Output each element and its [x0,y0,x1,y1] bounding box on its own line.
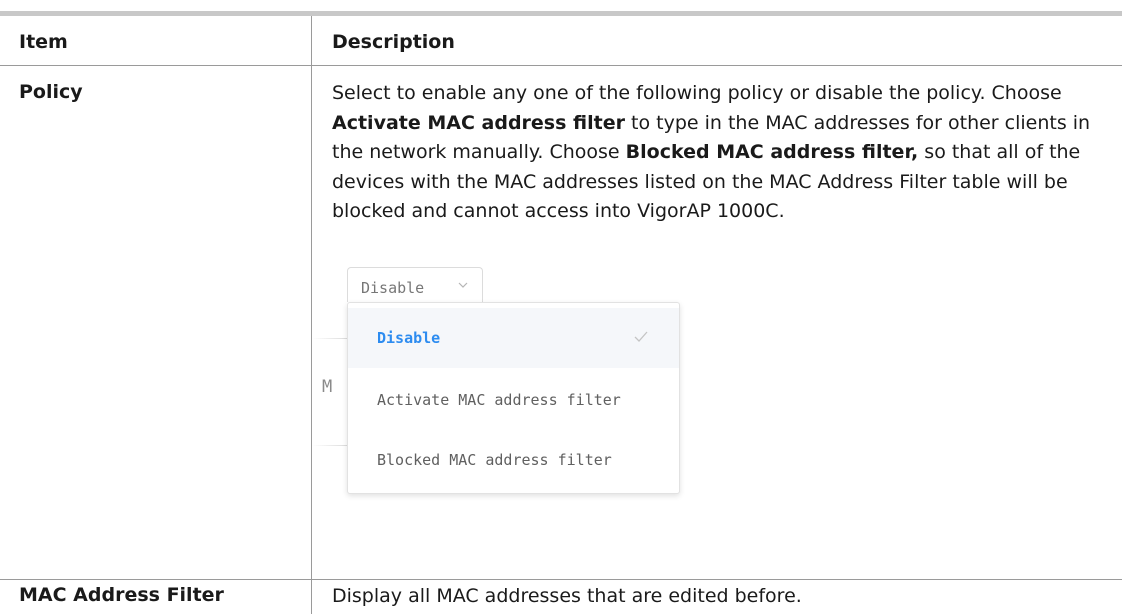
item-policy: Policy [0,66,311,103]
table-row: MAC Address Filter Display all MAC addre… [0,580,1122,614]
policy-select-value: Disable [361,279,424,297]
check-icon [633,330,649,344]
policy-dropdown-screenshot: M Disable Disable Activate M [312,267,692,497]
table-row: Policy Select to enable any one of the f… [0,66,1122,580]
option-activate-mac-address-filter[interactable]: Activate MAC address filter [348,370,679,430]
header-item: Item [0,16,312,66]
mac-address-filter-description: Display all MAC addresses that are edite… [312,580,1122,612]
option-blocked-mac-address-filter[interactable]: Blocked MAC address filter [348,430,679,490]
background-label-fragment: M [322,377,332,397]
policy-description: Select to enable any one of the followin… [312,66,1122,227]
header-description: Description [312,16,1122,66]
chevron-down-icon [458,280,468,290]
policy-dropdown-menu: Disable Activate MAC address filter Bloc… [347,302,680,494]
option-disable[interactable]: Disable [348,308,679,368]
table-header-row: Item Description [0,16,1122,66]
item-mac-address-filter: MAC Address Filter [0,580,311,606]
description-table: Item Description Policy Select to enable… [0,16,1122,614]
policy-select[interactable]: Disable [347,267,483,302]
